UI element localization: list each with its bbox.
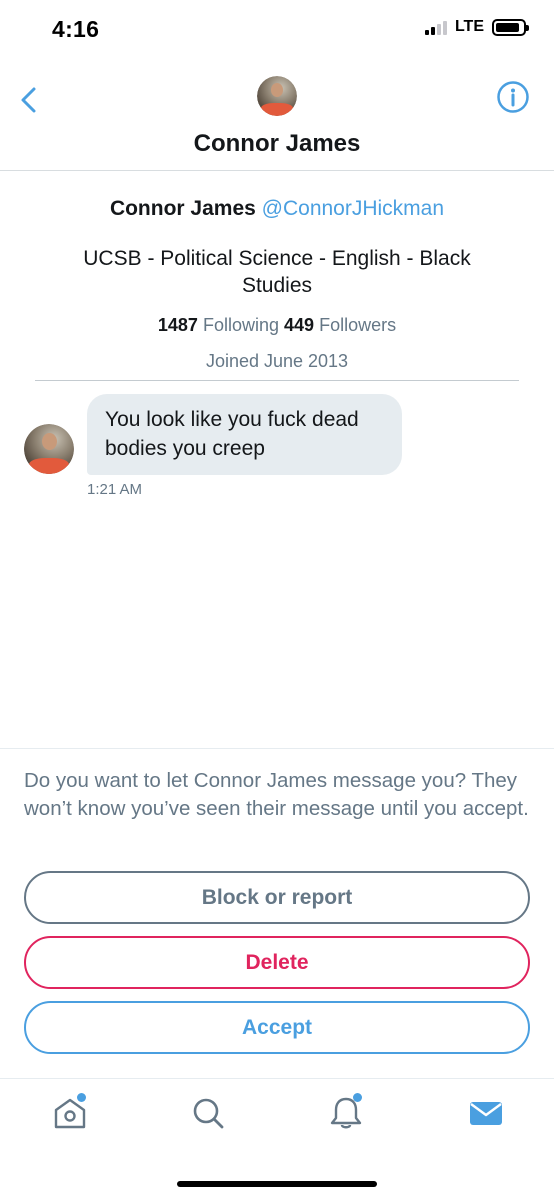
accept-button[interactable]: Accept xyxy=(24,1001,530,1054)
home-notification-dot xyxy=(77,1093,86,1102)
profile-summary: Connor James @ConnorJHickman UCSB - Poli… xyxy=(0,193,554,375)
profile-handle[interactable]: @ConnorJHickman xyxy=(262,197,444,220)
followers-count[interactable]: 449 xyxy=(284,315,314,335)
message-timestamp: 1:21 AM xyxy=(87,481,143,498)
mail-icon xyxy=(470,1102,502,1125)
status-time: 4:16 xyxy=(52,16,100,42)
tab-notifications[interactable] xyxy=(326,1093,366,1133)
status-bar: 4:16 LTE xyxy=(0,0,554,60)
profile-stats: 1487 Following 449 Followers xyxy=(0,311,554,339)
header-avatar[interactable] xyxy=(257,76,297,116)
status-indicators: LTE xyxy=(424,18,529,36)
tab-home[interactable] xyxy=(50,1093,90,1133)
profile-name-line: Connor James @ConnorJHickman xyxy=(0,193,554,225)
chevron-left-icon xyxy=(21,87,36,113)
avatar-image xyxy=(24,424,74,474)
conversation-header: Connor James xyxy=(0,60,554,171)
joined-date: Joined June 2013 xyxy=(205,351,349,371)
divider xyxy=(35,380,519,381)
info-button[interactable] xyxy=(496,80,530,114)
network-type: LTE xyxy=(454,18,484,35)
search-icon xyxy=(193,1098,224,1129)
tab-search[interactable] xyxy=(188,1093,228,1133)
message-request-panel: Do you want to let Connor James message … xyxy=(0,748,554,1078)
followers-label[interactable]: Followers xyxy=(319,315,396,335)
conversation-title: Connor James xyxy=(193,130,361,157)
info-circle-icon xyxy=(497,81,529,113)
tab-bar xyxy=(0,1078,554,1158)
avatar-image xyxy=(257,76,297,116)
following-label[interactable]: Following xyxy=(203,315,279,335)
following-count[interactable]: 1487 xyxy=(158,315,198,335)
signal-icon xyxy=(424,19,447,35)
notifications-badge-dot xyxy=(353,1093,362,1102)
delete-button[interactable]: Delete xyxy=(24,936,530,989)
tab-messages[interactable] xyxy=(466,1093,506,1133)
home-indicator[interactable] xyxy=(177,1181,377,1187)
block-or-report-button[interactable]: Block or report xyxy=(24,871,530,924)
profile-name[interactable]: Connor James xyxy=(110,197,256,220)
battery-icon xyxy=(492,18,529,36)
request-prompt: Do you want to let Connor James message … xyxy=(24,769,529,820)
sender-avatar[interactable] xyxy=(24,424,74,474)
message-bubble[interactable]: You look like you fuck dead bodies you c… xyxy=(87,394,402,475)
back-button[interactable] xyxy=(16,82,44,118)
profile-bio: UCSB - Political Science - English - Bla… xyxy=(83,247,471,297)
